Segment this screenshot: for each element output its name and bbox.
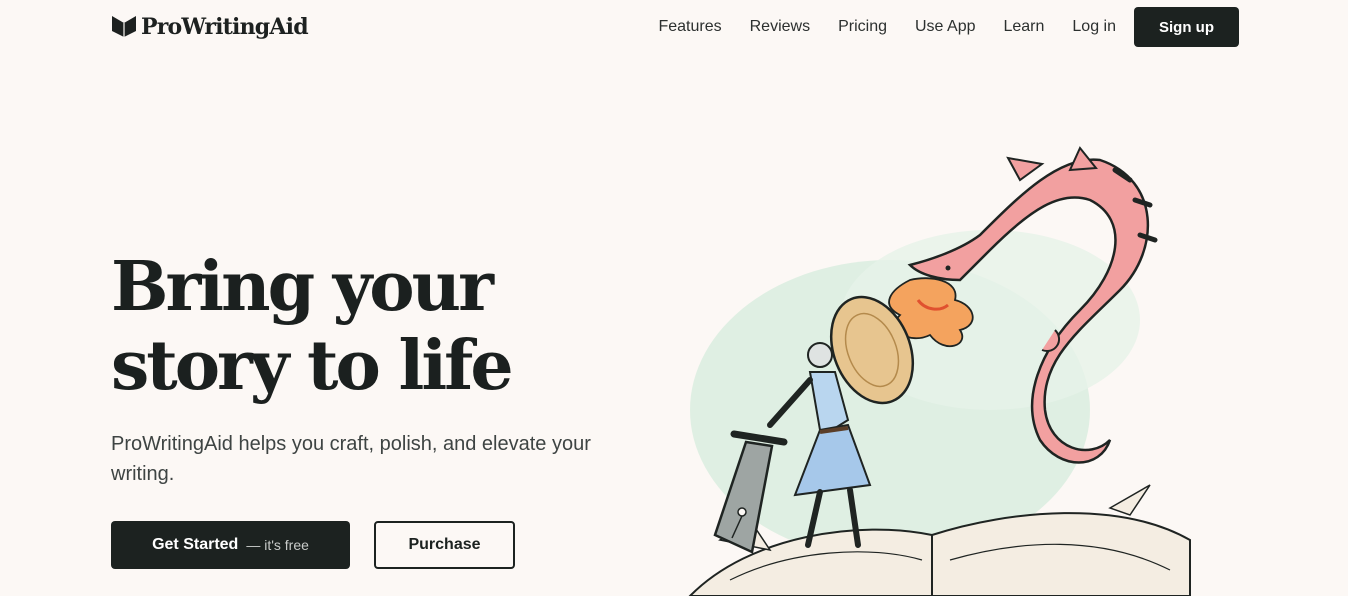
main-nav: Features Reviews Pricing Use App Learn L… [658, 7, 1239, 47]
top-nav: ProWritingAid Features Reviews Pricing U… [0, 0, 1348, 54]
login-link[interactable]: Log in [1072, 18, 1116, 36]
book-logo-icon [111, 12, 137, 43]
illustration-svg [688, 146, 1191, 596]
brand-name: ProWritingAid [141, 14, 309, 40]
get-started-button[interactable]: Get Started — it's free [111, 521, 350, 569]
nav-reviews[interactable]: Reviews [750, 18, 810, 36]
hero-title-line-1: Bring your [111, 247, 494, 327]
nav-pricing[interactable]: Pricing [838, 18, 887, 36]
get-started-sublabel: — it's free [246, 537, 309, 553]
hero-title-line-2: story to life [111, 326, 514, 406]
nav-use-app[interactable]: Use App [915, 18, 975, 36]
knight-dragon-illustration [660, 140, 1220, 596]
nav-learn[interactable]: Learn [1003, 18, 1044, 36]
page: ProWritingAid Features Reviews Pricing U… [0, 0, 1348, 596]
signup-button[interactable]: Sign up [1134, 7, 1239, 47]
get-started-label: Get Started [152, 536, 239, 553]
purchase-button[interactable]: Purchase [374, 521, 515, 569]
hero-title: Bring your story to life [111, 248, 631, 406]
brand-logo[interactable]: ProWritingAid [111, 12, 309, 43]
nav-features[interactable]: Features [658, 18, 721, 36]
hero-subtitle: ProWritingAid helps you craft, polish, a… [111, 433, 591, 485]
